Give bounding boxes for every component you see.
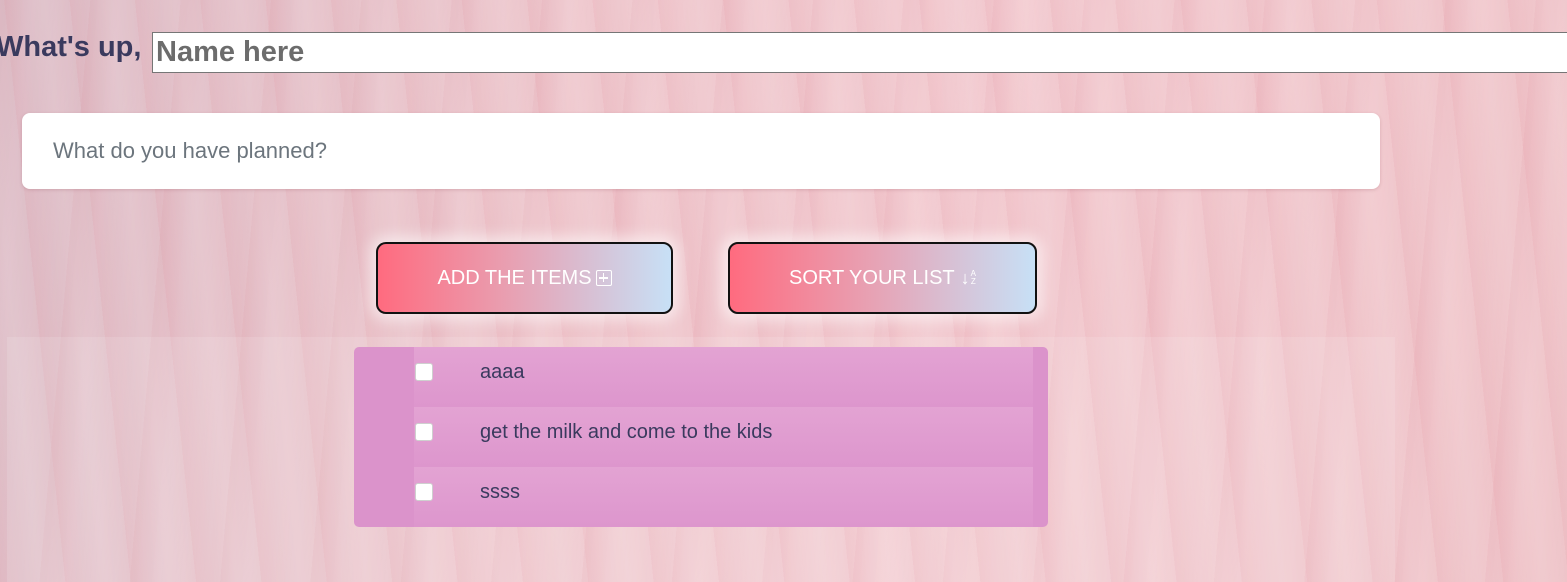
todo-item: get the milk and come to the kids — [414, 407, 1033, 467]
new-todo-input[interactable] — [22, 113, 1380, 189]
todo-item: aaaa — [414, 347, 1033, 407]
greeting-row: What's up, — [0, 31, 151, 64]
sort-list-label: SORT YOUR LIST — [789, 266, 955, 289]
page: { "header": { "greeting": "What's up,", … — [0, 0, 1567, 582]
todo-text: ssss — [480, 481, 520, 503]
todo-list: aaaa get the milk and come to the kids s… — [354, 347, 1048, 527]
sort-alpha-down-icon: ↓ A Z — [960, 268, 976, 288]
sort-list-button[interactable]: SORT YOUR LIST ↓ A Z — [728, 242, 1037, 314]
todo-checkbox[interactable] — [415, 423, 433, 441]
add-items-button[interactable]: ADD THE ITEMS — [376, 242, 673, 314]
todo-checkbox[interactable] — [415, 363, 433, 381]
name-input[interactable] — [152, 32, 1567, 73]
todo-checkbox[interactable] — [415, 483, 433, 501]
todo-text: aaaa — [480, 361, 525, 383]
todo-text: get the milk and come to the kids — [480, 421, 773, 443]
todo-item: ssss — [414, 467, 1033, 527]
greeting-label: What's up, — [0, 31, 142, 63]
plus-square-icon — [595, 270, 612, 286]
add-items-label: ADD THE ITEMS — [437, 266, 592, 289]
